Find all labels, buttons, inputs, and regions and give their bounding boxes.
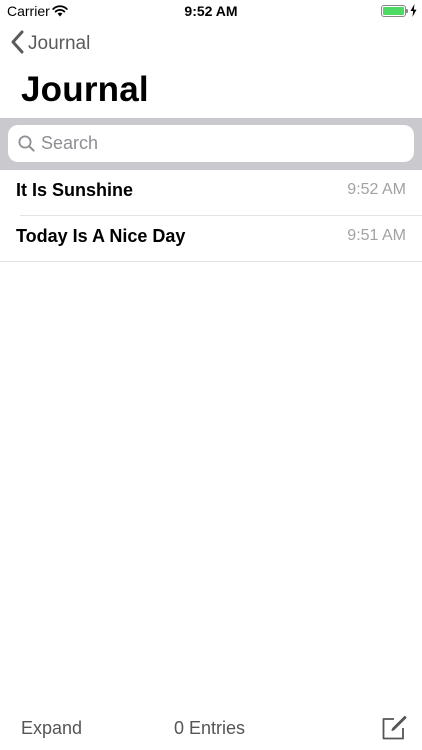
status-bar: Carrier 9:52 AM: [0, 0, 422, 22]
entry-time: 9:51 AM: [347, 227, 406, 244]
bottom-toolbar: Expand 0 Entries: [0, 706, 422, 750]
search-bar: [0, 118, 422, 170]
entry-title: It Is Sunshine: [16, 180, 134, 200]
status-time: 9:52 AM: [184, 3, 238, 19]
battery-level: [383, 7, 404, 15]
row-separator: [0, 261, 422, 262]
entry-title: Today Is A Nice Day: [16, 226, 186, 246]
entry-list: It Is Sunshine 9:52 AM Today Is A Nice D…: [0, 170, 422, 262]
charging-bolt-icon: [410, 4, 417, 22]
list-item[interactable]: Today Is A Nice Day 9:51 AM: [0, 216, 422, 262]
chevron-left-icon: [10, 30, 24, 59]
compose-icon[interactable]: [381, 715, 407, 746]
back-button-label: Journal: [28, 33, 91, 54]
list-item[interactable]: It Is Sunshine 9:52 AM: [0, 170, 422, 216]
page-title: Journal: [21, 70, 149, 109]
battery-cap: [406, 9, 408, 13]
search-icon: [18, 135, 35, 152]
search-input[interactable]: [41, 133, 381, 154]
entry-time: 9:52 AM: [347, 181, 406, 198]
journal-screen: Carrier 9:52 AM Journal Journal Search I…: [0, 0, 422, 750]
entry-count-label: 0 Entries: [174, 718, 246, 738]
back-button[interactable]: Journal: [10, 30, 90, 58]
search-field[interactable]: [8, 125, 414, 162]
expand-button[interactable]: Expand: [21, 718, 82, 739]
battery-icon: [381, 5, 406, 17]
